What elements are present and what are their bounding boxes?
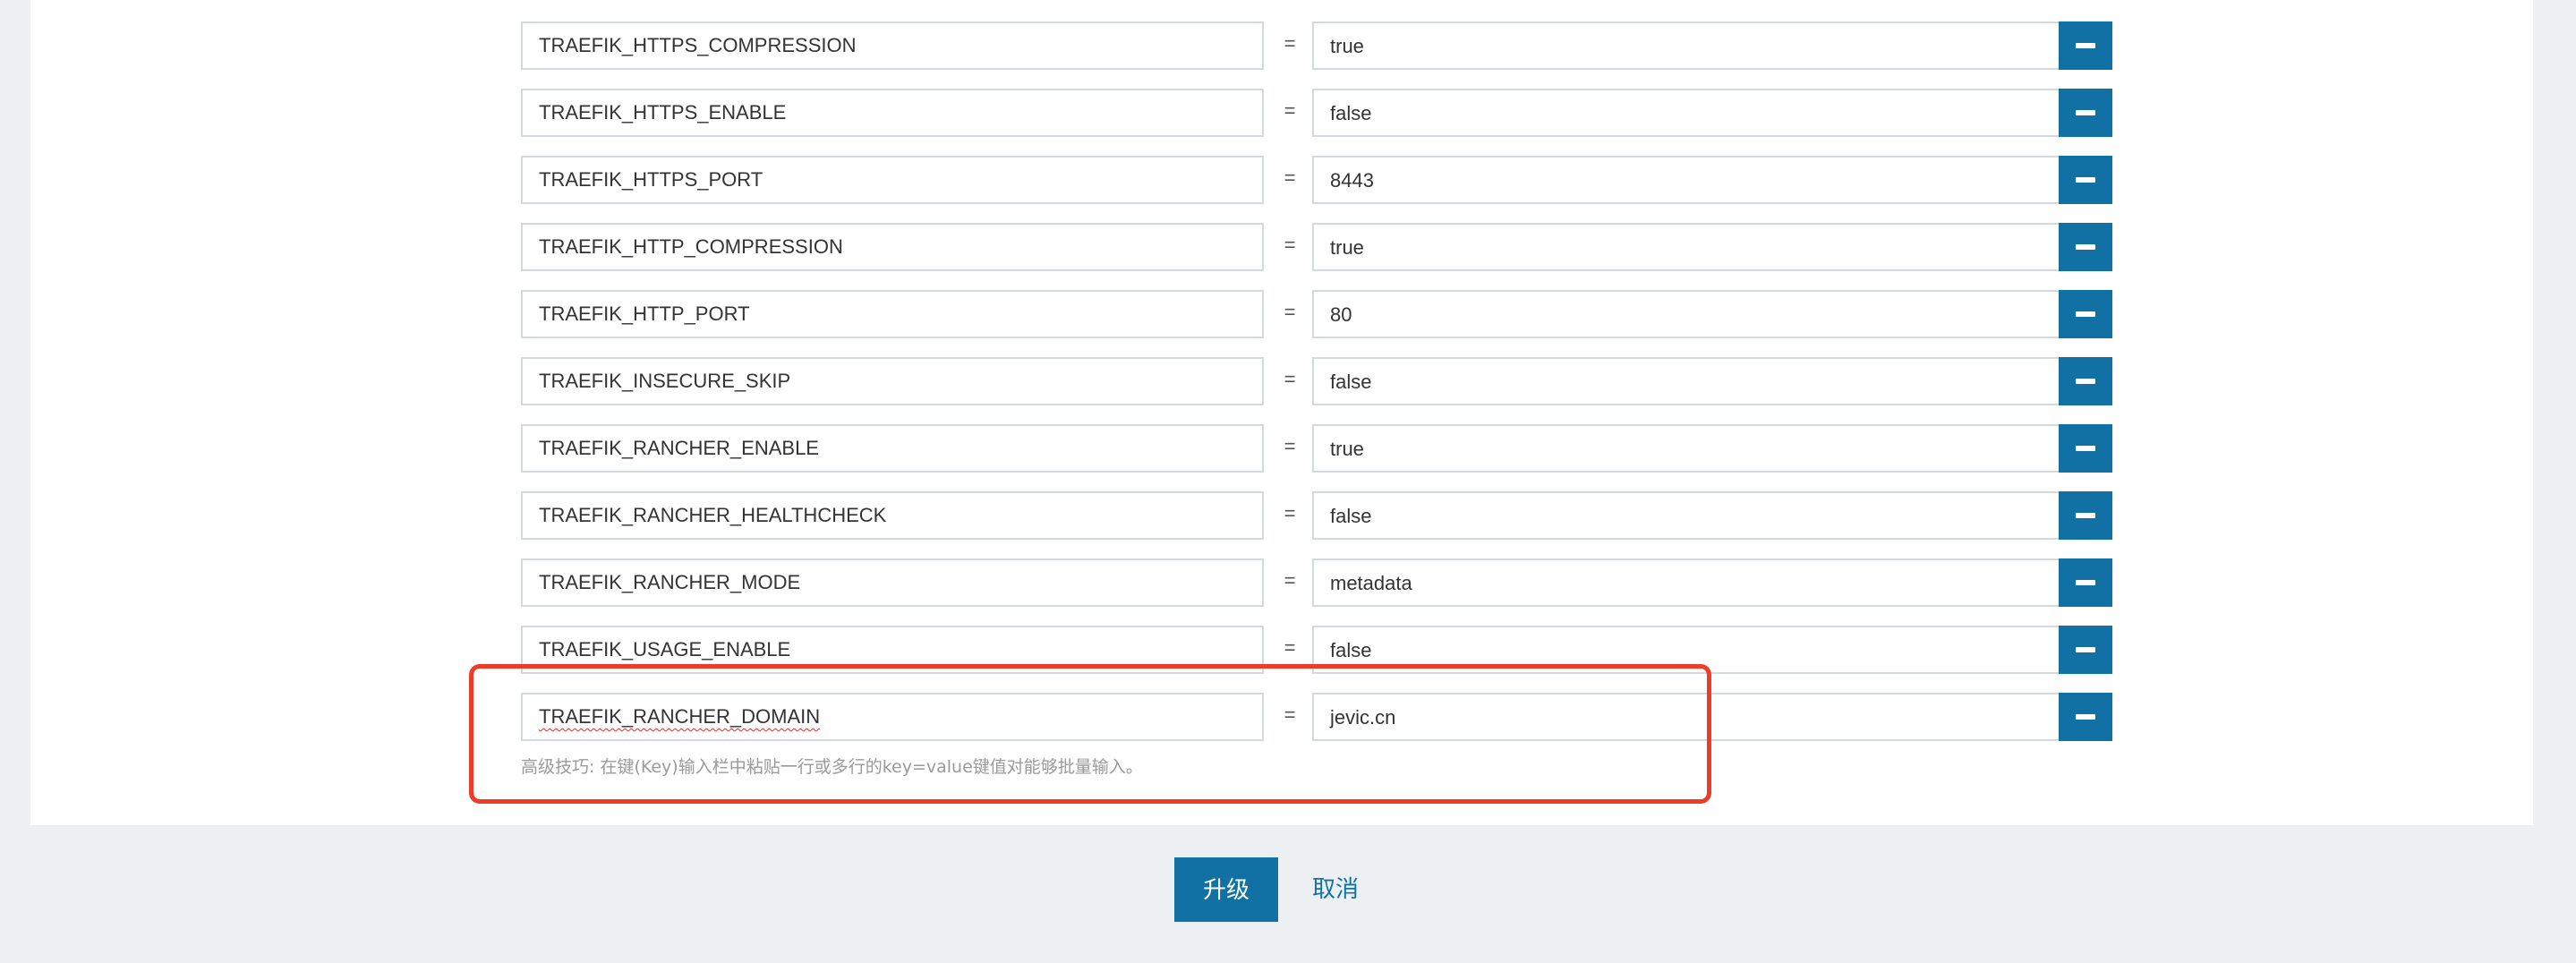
env-value-input[interactable]: jevic.cn xyxy=(1312,693,2059,741)
equals-separator: = xyxy=(1284,636,1296,659)
minus-icon xyxy=(2076,177,2095,183)
upgrade-button[interactable]: 升级 xyxy=(1174,857,1278,922)
equals-separator: = xyxy=(1284,435,1296,457)
env-value-input[interactable]: false xyxy=(1312,89,2059,137)
env-key-input[interactable]: TRAEFIK_RANCHER_ENABLE xyxy=(521,424,1264,473)
equals-separator: = xyxy=(1284,569,1296,592)
env-key-input[interactable]: TRAEFIK_RANCHER_MODE xyxy=(521,558,1264,607)
remove-env-var-button[interactable] xyxy=(2059,290,2112,338)
env-value-input[interactable]: 8443 xyxy=(1312,156,2059,204)
env-key-input[interactable]: TRAEFIK_HTTPS_COMPRESSION xyxy=(521,21,1264,70)
remove-env-var-button[interactable] xyxy=(2059,558,2112,607)
remove-env-var-button[interactable] xyxy=(2059,21,2112,70)
remove-env-var-button[interactable] xyxy=(2059,89,2112,137)
remove-env-var-button[interactable] xyxy=(2059,491,2112,540)
env-key-input[interactable]: TRAEFIK_RANCHER_HEALTHCHECK xyxy=(521,491,1264,540)
remove-env-var-button[interactable] xyxy=(2059,223,2112,271)
minus-icon xyxy=(2076,244,2095,250)
minus-icon xyxy=(2076,110,2095,115)
remove-env-var-button[interactable] xyxy=(2059,357,2112,405)
bulk-input-hint: 高级技巧: 在键(Key)输入栏中粘贴一行或多行的key=value键值对能够批… xyxy=(521,757,1143,777)
env-value-input[interactable]: true xyxy=(1312,223,2059,271)
equals-separator: = xyxy=(1284,368,1296,390)
minus-icon xyxy=(2076,379,2095,384)
env-key-input[interactable]: TRAEFIK_RANCHER_DOMAIN xyxy=(521,693,1264,741)
env-key-input[interactable]: TRAEFIK_HTTP_COMPRESSION xyxy=(521,223,1264,271)
equals-separator: = xyxy=(1284,166,1296,189)
minus-icon xyxy=(2076,311,2095,317)
env-key-input[interactable]: TRAEFIK_INSECURE_SKIP xyxy=(521,357,1264,405)
equals-separator: = xyxy=(1284,502,1296,524)
env-value-input[interactable]: true xyxy=(1312,424,2059,473)
env-value-input[interactable]: false xyxy=(1312,357,2059,405)
equals-separator: = xyxy=(1284,301,1296,323)
minus-icon xyxy=(2076,647,2095,652)
minus-icon xyxy=(2076,714,2095,720)
equals-separator: = xyxy=(1284,32,1296,55)
minus-icon xyxy=(2076,580,2095,585)
env-value-input[interactable]: metadata xyxy=(1312,558,2059,607)
remove-env-var-button[interactable] xyxy=(2059,626,2112,674)
minus-icon xyxy=(2076,43,2095,48)
spellcheck-key-text: TRAEFIK_RANCHER_DOMAIN xyxy=(539,705,821,728)
env-value-input[interactable]: false xyxy=(1312,491,2059,540)
remove-env-var-button[interactable] xyxy=(2059,693,2112,741)
environment-variables-panel: TRAEFIK_HTTPS_COMPRESSION = true TRAEFIK… xyxy=(30,0,2533,825)
minus-icon xyxy=(2076,513,2095,518)
env-key-input[interactable]: TRAEFIK_HTTPS_PORT xyxy=(521,156,1264,204)
env-key-input[interactable]: TRAEFIK_HTTPS_ENABLE xyxy=(521,89,1264,137)
remove-env-var-button[interactable] xyxy=(2059,156,2112,204)
equals-separator: = xyxy=(1284,99,1296,122)
env-key-input[interactable]: TRAEFIK_HTTP_PORT xyxy=(521,290,1264,338)
env-value-input[interactable]: 80 xyxy=(1312,290,2059,338)
env-key-input[interactable]: TRAEFIK_USAGE_ENABLE xyxy=(521,626,1264,674)
cancel-link[interactable]: 取消 xyxy=(1312,857,1359,922)
minus-icon xyxy=(2076,446,2095,451)
env-value-input[interactable]: true xyxy=(1312,21,2059,70)
equals-separator: = xyxy=(1284,234,1296,256)
env-value-input[interactable]: false xyxy=(1312,626,2059,674)
remove-env-var-button[interactable] xyxy=(2059,424,2112,473)
equals-separator: = xyxy=(1284,703,1296,726)
